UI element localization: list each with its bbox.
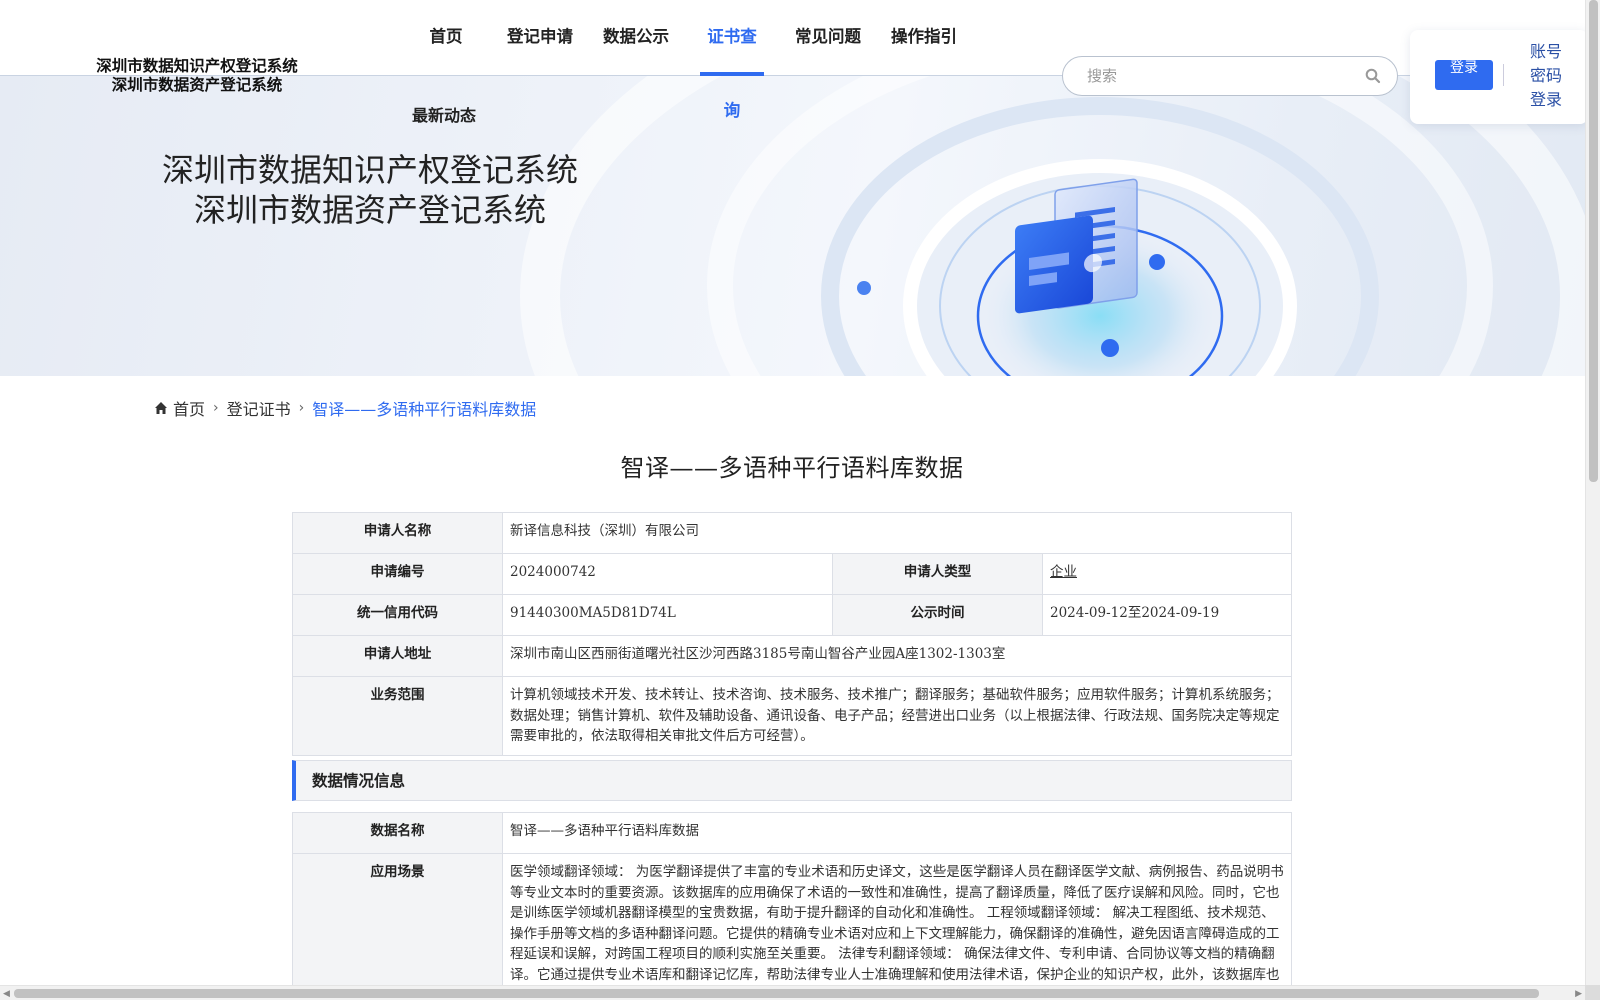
site-logo-text[interactable]: 深圳市数据知识产权登记系统 深圳市数据资产登记系统 [92,56,302,94]
data-info-table: 数据名称 智译——多语种平行语料库数据 应用场景 医学领域翻译领域： 为医学翻译… [292,812,1292,1000]
login-button[interactable]: 登录 [1435,60,1493,90]
nav-item-latest-news[interactable]: 最新动态 [408,102,480,126]
logo-line-1: 深圳市数据知识产权登记系统 [96,56,298,75]
table-row: 申请人名称 新译信息科技（深圳）有限公司 [292,512,1292,554]
data-name-value: 智译——多语种平行语料库数据 [502,812,1292,854]
publicity-period-value: 2024-09-12至2024-09-19 [1042,594,1292,636]
scrollbar-corner [1585,985,1600,1000]
scroll-left-icon[interactable]: ◀ [3,989,10,999]
table-row: 业务范围 计算机领域技术开发、技术转让、技术咨询、技术服务、技术推广；翻译服务；… [292,676,1292,756]
search-icon[interactable] [1365,68,1381,84]
scroll-right-icon[interactable]: ▶ [1575,989,1582,999]
data-info-section-heading: 数据情况信息 [292,760,1292,801]
login-divider [1503,64,1504,86]
applicant-name-value: 新译信息科技（深圳）有限公司 [502,512,1292,554]
banner-title-line-1: 深圳市数据知识产权登记系统 [161,151,578,189]
chevron-right-icon: › [298,400,305,416]
nav-item-register-apply[interactable]: 登记申请 [504,0,576,76]
application-number-label: 申请编号 [292,553,503,595]
banner-title-line-2: 深圳市数据资产登记系统 [193,191,546,229]
applicant-address-label: 申请人地址 [292,635,503,677]
account-link-line-1: 账号 [1529,42,1562,61]
applicant-type-label: 申请人类型 [832,553,1043,595]
table-row: 统一信用代码 91440300MA5D81D74L 公示时间 2024-09-1… [292,594,1292,636]
account-link-line-3: 登录 [1529,90,1562,109]
application-scene-label: 应用场景 [292,853,503,1000]
search-input[interactable] [1087,65,1347,87]
breadcrumb: 首页 › 登记证书 › 智译——多语种平行语料库数据 [154,396,536,420]
page-title: 智译——多语种平行语料库数据 [620,454,964,482]
data-name-label: 数据名称 [292,812,503,854]
nav-item-guide[interactable]: 操作指引 [888,0,960,76]
chevron-right-icon: › [213,400,219,416]
breadcrumb-home[interactable]: 首页 [173,396,205,420]
horizontal-scrollbar-thumb[interactable] [14,989,1539,998]
login-panel: 登录 账号 密码 登录 [1410,30,1588,124]
vertical-scrollbar-thumb[interactable] [1589,0,1598,482]
publicity-period-label: 公示时间 [832,594,1043,636]
applicant-type-cell: 企业 [1042,553,1292,595]
search-box [1062,56,1398,96]
vertical-scrollbar[interactable] [1585,0,1600,985]
business-scope-value: 计算机领域技术开发、技术转让、技术咨询、技术服务、技术推广；翻译服务；基础软件服… [502,676,1292,756]
banner-title: 深圳市数据知识产权登记系统 深圳市数据资产登记系统 [150,150,590,230]
business-scope-label: 业务范围 [292,676,503,756]
account-password-login-link[interactable]: 账号 密码 登录 [1526,40,1566,112]
account-link-line-2: 密码 [1529,66,1562,85]
home-icon[interactable] [154,401,168,415]
applicant-type-value: 企业 [1050,564,1077,580]
table-row: 申请人地址 深圳市南山区西丽街道曙光社区沙河西路3185号南山智谷产业园A座13… [292,635,1292,677]
nav-item-certificate-query[interactable]: 证书查询 [700,0,764,120]
applicant-address-value: 深圳市南山区西丽街道曙光社区沙河西路3185号南山智谷产业园A座1302-130… [502,635,1292,677]
breadcrumb-current[interactable]: 智译——多语种平行语料库数据 [312,396,536,420]
nav-item-data-publicity[interactable]: 数据公示 [600,0,672,76]
horizontal-scrollbar[interactable]: ◀ ▶ [0,985,1585,1000]
hero-banner: 深圳市数据知识产权登记系统 深圳市数据资产登记系统 [0,76,1585,376]
nav-item-faq[interactable]: 常见问题 [792,0,864,76]
nav-item-home[interactable]: 首页 [410,0,482,76]
table-row: 申请编号 2024000742 申请人类型 企业 [292,553,1292,595]
table-row: 应用场景 医学领域翻译领域： 为医学翻译提供了丰富的专业术语和历史译文，这些是医… [292,853,1292,1000]
applicant-info-table: 申请人名称 新译信息科技（深圳）有限公司 申请编号 2024000742 申请人… [292,512,1292,756]
logo-line-2: 深圳市数据资产登记系统 [111,75,283,94]
breadcrumb-certificates[interactable]: 登记证书 [227,396,291,420]
credit-code-value: 91440300MA5D81D74L [502,594,833,636]
table-row: 数据名称 智译——多语种平行语料库数据 [292,812,1292,854]
application-number-value: 2024000742 [502,553,833,595]
credit-code-label: 统一信用代码 [292,594,503,636]
applicant-name-label: 申请人名称 [292,512,503,554]
application-scene-value: 医学领域翻译领域： 为医学翻译提供了丰富的专业术语和历史译文，这些是医学翻译人员… [502,853,1292,1000]
